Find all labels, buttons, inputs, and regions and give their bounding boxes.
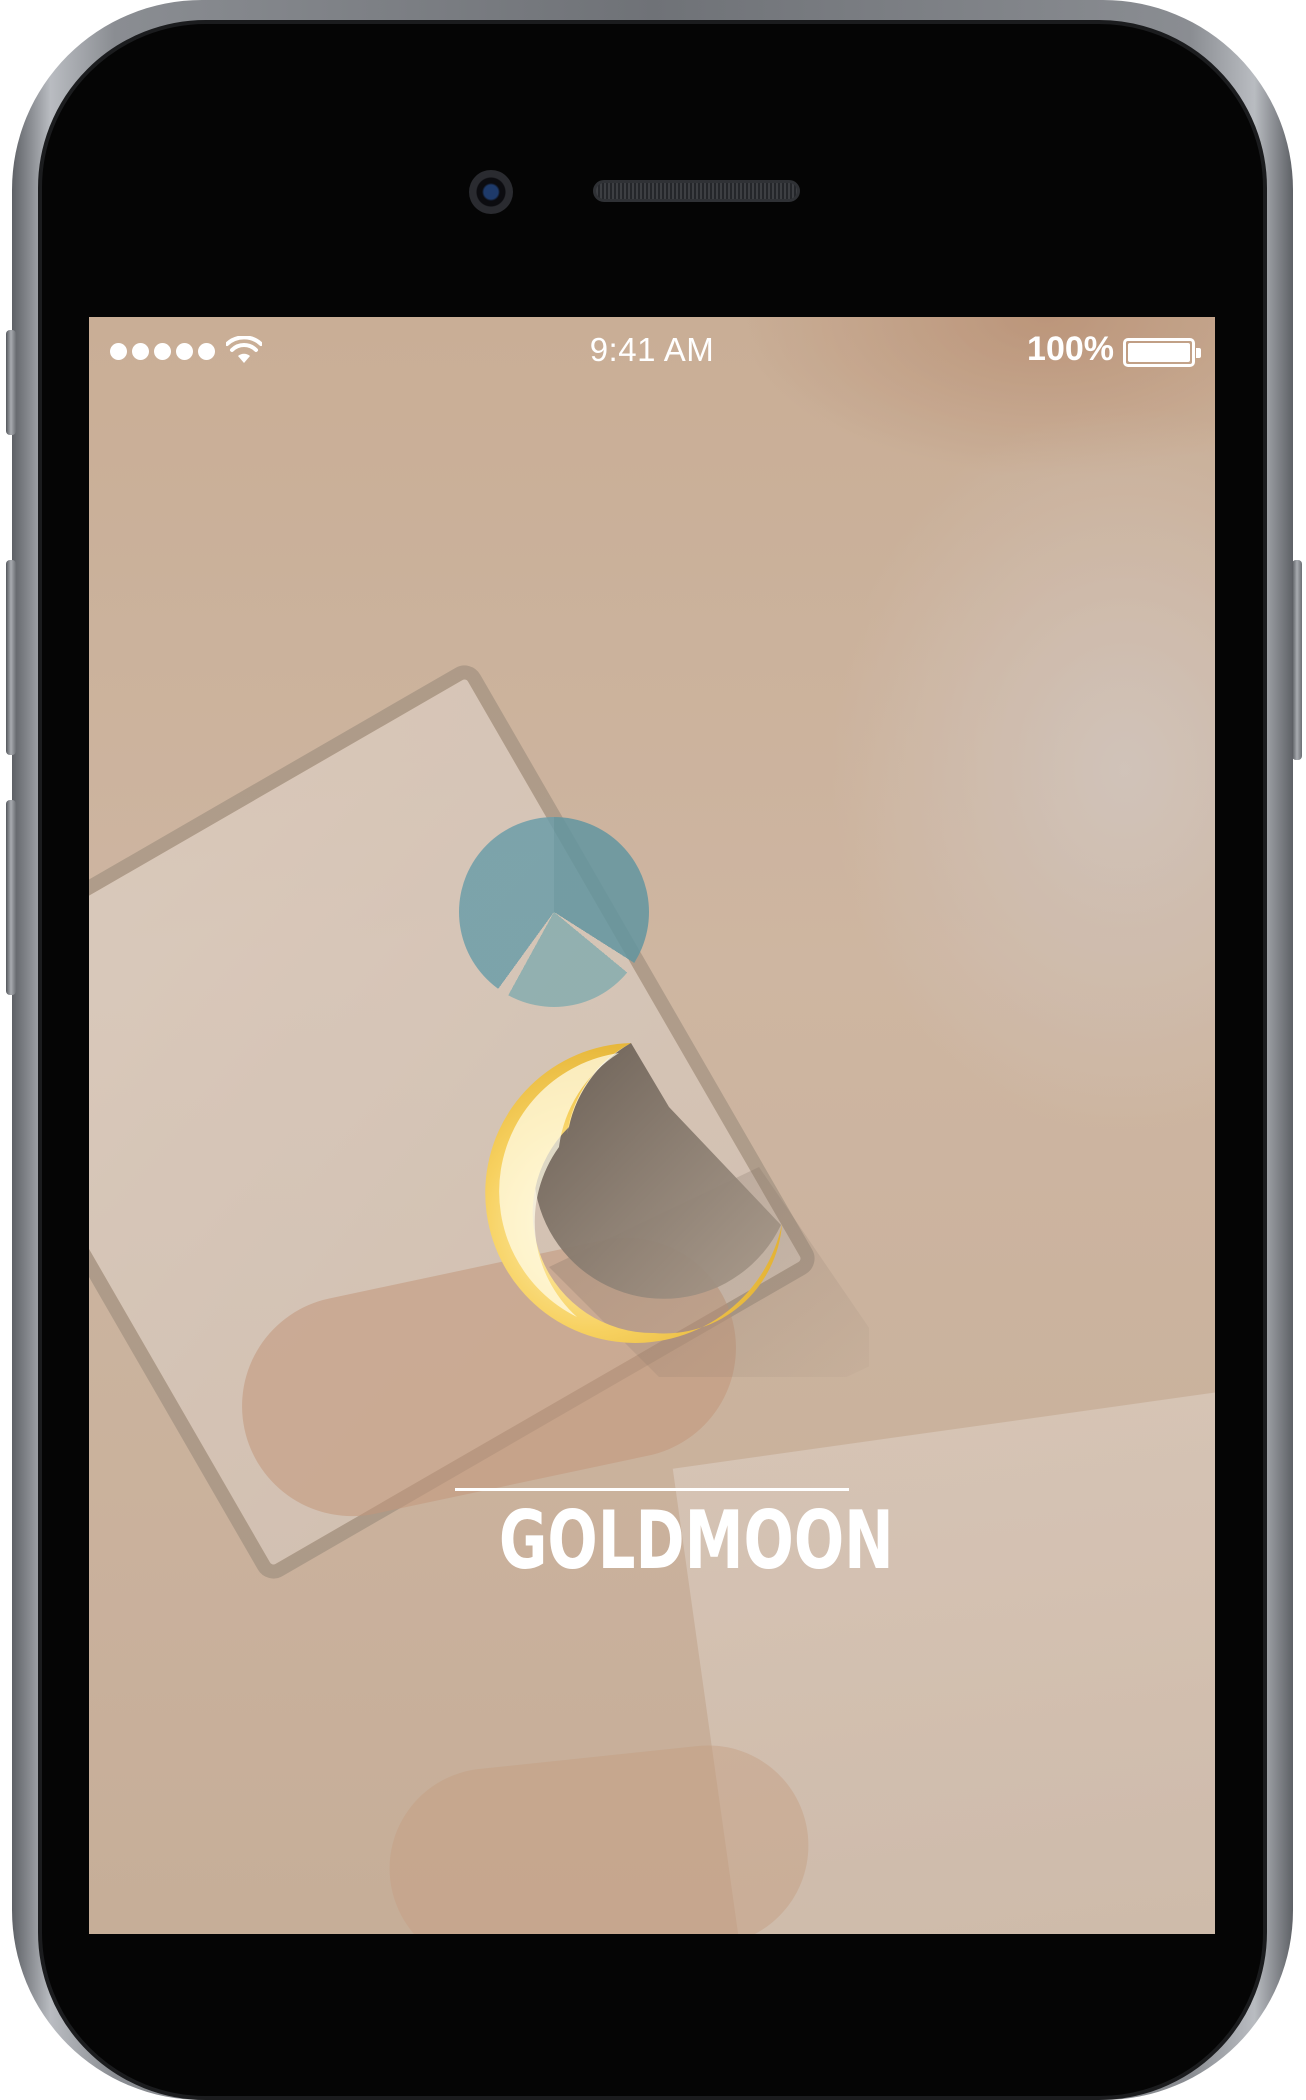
earpiece-speaker [593, 180, 800, 202]
battery-percent: 100% [1027, 330, 1114, 368]
app-screen: 9:41 AM 100% GOLDMOON [89, 317, 1215, 1934]
battery-icon [1123, 338, 1201, 367]
front-camera [469, 170, 513, 214]
mute-switch [6, 330, 16, 435]
status-bar: 9:41 AM 100% [89, 317, 1215, 377]
power-button [1292, 560, 1302, 760]
crescent-moon-icon [485, 1043, 869, 1377]
brand-name: GOLDMOON [498, 1494, 894, 1587]
brand-divider [455, 1488, 849, 1491]
volume-up-button [6, 560, 16, 755]
volume-down-button [6, 800, 16, 995]
